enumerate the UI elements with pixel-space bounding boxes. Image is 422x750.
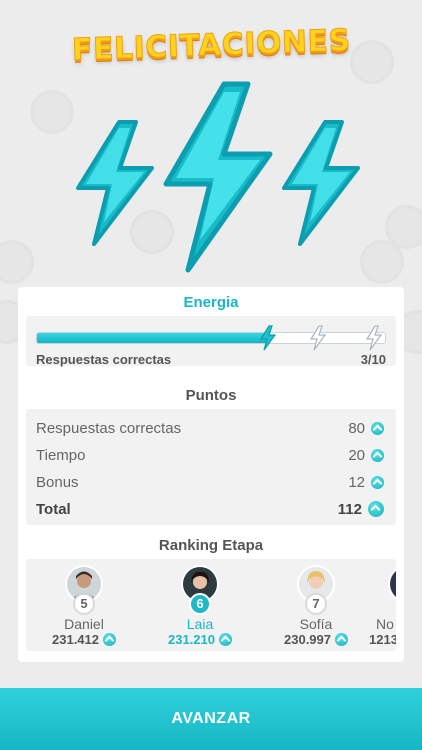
energy-bolts xyxy=(0,80,422,275)
coin-arrow-icon xyxy=(371,475,384,489)
ranking-score: 1213 xyxy=(369,632,396,647)
energy-title: Energia xyxy=(183,294,239,311)
points-row-label: Bonus xyxy=(36,473,79,491)
points-row-label: Tiempo xyxy=(36,446,86,464)
points-row: Bonus 12 xyxy=(36,471,384,493)
ranking-player[interactable]: 7 Sofía 230.997 xyxy=(266,565,366,647)
lightning-bolt-icon xyxy=(76,120,154,246)
ranking-position: 6 xyxy=(189,593,211,615)
points-total-label: Total xyxy=(36,500,71,518)
points-row: Tiempo 20 xyxy=(36,444,384,466)
ranking-title: Ranking Etapa xyxy=(158,537,264,554)
ranking-player[interactable]: 5 Daniel 231.412 xyxy=(34,565,134,647)
results-card: Energia Respuestas correctas 3/10 Puntos… xyxy=(18,287,404,662)
ranking-position: 7 xyxy=(305,593,327,615)
energy-stats: Respuestas correctas 3/10 xyxy=(36,352,386,367)
energy-progress-fill xyxy=(37,333,271,343)
ranking-score: 231.412 xyxy=(52,632,99,647)
points-panel: Respuestas correctas 80 Tiempo 20 Bonus … xyxy=(26,409,396,525)
coin-arrow-icon xyxy=(219,633,232,646)
energy-count: 3/10 xyxy=(360,352,386,367)
ranking-score: 230.997 xyxy=(284,632,331,647)
ranking-name: Daniel xyxy=(64,616,104,632)
coin-arrow-icon xyxy=(371,448,384,462)
ranking-player-me[interactable]: 6 Laia 231.210 xyxy=(150,565,250,647)
points-total-value: 112 xyxy=(337,500,362,518)
ranking-panel[interactable]: 5 Daniel 231.412 6 Laia 231.210 7 Sofía … xyxy=(26,559,396,651)
advance-button[interactable]: AVANZAR xyxy=(0,688,422,750)
ranking-name: No xyxy=(376,616,394,632)
avatar xyxy=(388,565,396,603)
title-banner: FELICITACIONES xyxy=(0,23,422,69)
ranking-name: Sofía xyxy=(299,616,333,632)
points-title: Puntos xyxy=(185,387,237,404)
points-row-value: 12 xyxy=(348,473,365,491)
ranking-position: 5 xyxy=(73,593,95,615)
lightning-bolt-icon xyxy=(365,325,383,351)
ranking-score: 231.210 xyxy=(168,632,215,647)
points-row-value: 80 xyxy=(348,419,365,437)
energy-progress-bar xyxy=(36,325,386,351)
lightning-bolt-icon xyxy=(259,325,277,351)
lightning-bolt-icon xyxy=(163,81,273,273)
coin-arrow-icon xyxy=(103,633,116,646)
congrats-title: FELICITACIONES xyxy=(71,23,352,69)
lightning-bolt-icon xyxy=(282,120,360,246)
points-total-row: Total 112 xyxy=(36,498,384,520)
ranking-name: Laia xyxy=(186,616,214,632)
coin-arrow-icon xyxy=(368,501,384,517)
points-row-label: Respuestas correctas xyxy=(36,419,182,437)
energy-label: Respuestas correctas xyxy=(36,352,172,367)
energy-panel: Respuestas correctas 3/10 xyxy=(26,316,396,367)
lightning-bolt-icon xyxy=(309,325,327,351)
coin-arrow-icon xyxy=(371,421,384,435)
points-row-value: 20 xyxy=(348,446,365,464)
ranking-player[interactable]: No 1213 xyxy=(366,565,396,647)
points-row: Respuestas correctas 80 xyxy=(36,417,384,439)
coin-arrow-icon xyxy=(335,633,348,646)
